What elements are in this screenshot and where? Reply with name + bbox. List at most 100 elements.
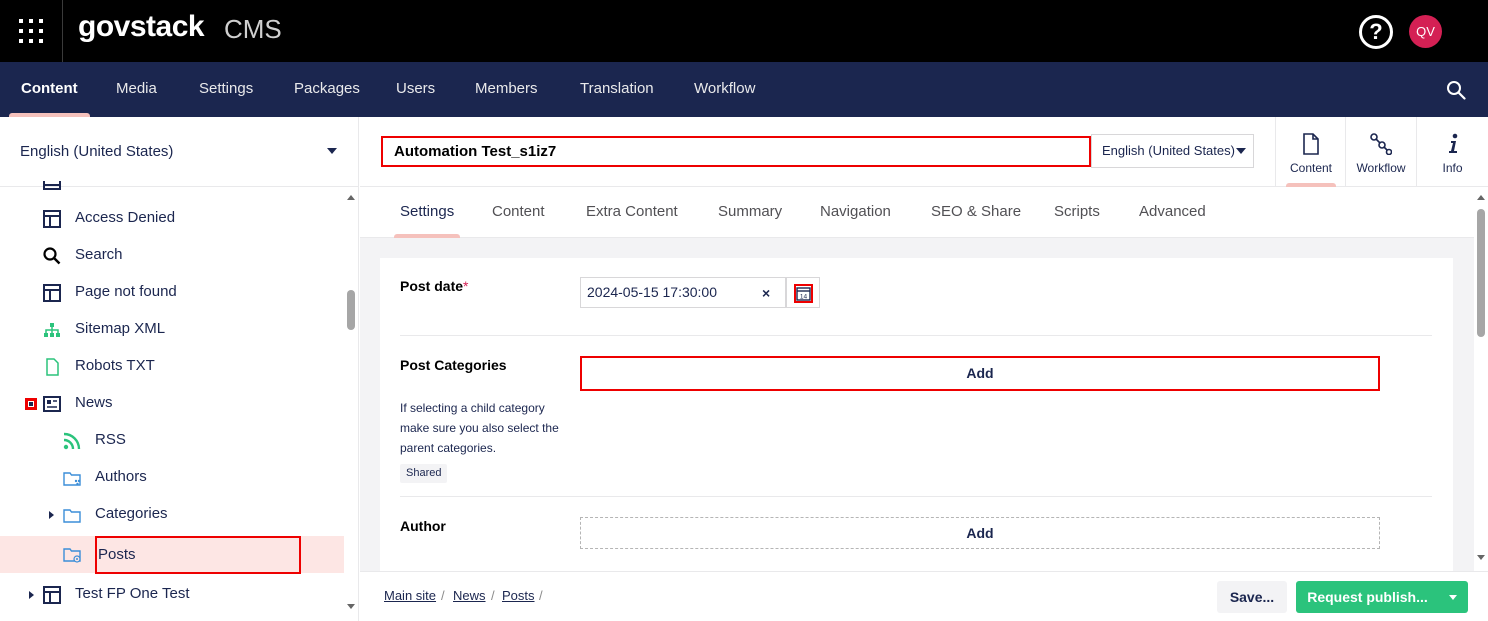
layout-icon — [43, 586, 61, 604]
search-icon[interactable] — [1446, 80, 1466, 100]
breadcrumb-separator: / — [441, 588, 445, 603]
brand-logo[interactable]: govstack — [78, 10, 205, 44]
tab-seo-share[interactable]: SEO & Share — [931, 187, 1021, 238]
property-tabs: Settings Content Extra Content Summary N… — [360, 187, 1474, 238]
breadcrumb-posts[interactable]: Posts — [502, 588, 535, 603]
info-icon — [1449, 133, 1458, 153]
top-header: govstack CMS ? QV — [0, 0, 1488, 62]
property-divider — [400, 496, 1432, 497]
tree-item-robots-txt[interactable]: Robots TXT — [0, 348, 344, 385]
posts-highlight-box — [95, 536, 301, 574]
culture-selector[interactable]: English (United States) — [0, 117, 359, 187]
tree-item-label: RSS — [95, 431, 126, 448]
tree-item-page-not-found[interactable]: Page not found — [0, 274, 344, 311]
tab-content[interactable]: Content — [492, 187, 545, 238]
required-mark: * — [463, 278, 469, 294]
tree-item-label: Access Denied — [75, 209, 176, 226]
author-label: Author — [400, 518, 446, 534]
breadcrumb-news[interactable]: News — [453, 588, 486, 603]
tab-scripts[interactable]: Scripts — [1054, 187, 1100, 238]
expand-caret-icon[interactable] — [49, 511, 54, 519]
date-picker-button[interactable]: 14 — [786, 277, 820, 308]
scrollbar-thumb[interactable] — [347, 290, 355, 330]
tree-item-test-fp-one-test[interactable]: Test FP One Test — [0, 576, 344, 613]
user-avatar[interactable]: QV — [1409, 15, 1442, 48]
app-label: Workflow — [1356, 161, 1406, 175]
layout-icon — [43, 181, 61, 190]
caret-down-icon — [1449, 595, 1457, 600]
app-label: Info — [1442, 161, 1463, 175]
brand-product: CMS — [224, 14, 282, 44]
tree-item-label: Test FP One Test — [75, 585, 190, 602]
tree-item-label: Page not found — [75, 283, 177, 300]
tab-summary[interactable]: Summary — [718, 187, 782, 238]
tree-item-label: Sitemap XML — [75, 320, 166, 337]
section-workflow[interactable]: Workflow — [694, 62, 755, 117]
tree-item-label: News — [75, 394, 113, 411]
property-divider — [400, 335, 1432, 336]
app-info-button[interactable]: Info — [1416, 117, 1488, 187]
post-date-label: Post date* — [400, 278, 469, 294]
section-media[interactable]: Media — [116, 62, 157, 117]
tree-item-rss[interactable]: RSS — [0, 422, 344, 459]
help-button[interactable]: ? — [1359, 15, 1393, 49]
section-translation[interactable]: Translation — [580, 62, 654, 117]
scroll-up-icon[interactable] — [347, 195, 355, 200]
layout-icon — [43, 284, 61, 302]
publish-options-button[interactable] — [1439, 581, 1468, 613]
tree-item-categories[interactable]: Categories — [0, 496, 344, 533]
tree-item-label: Search — [75, 246, 123, 263]
tree-item-search[interactable]: Search — [0, 237, 344, 274]
tree-item-label: Authors — [95, 468, 147, 485]
scrollbar-thumb[interactable] — [1477, 209, 1485, 337]
add-category-button[interactable]: Add — [580, 356, 1380, 391]
clear-date-icon[interactable]: × — [762, 285, 770, 301]
breadcrumb-separator: / — [491, 588, 495, 603]
content-name-input[interactable]: Automation Test_s1iz7 — [381, 136, 1091, 167]
workflow-icon — [1370, 133, 1392, 155]
document-icon — [1303, 133, 1319, 155]
tree-item-news[interactable]: News — [0, 385, 344, 422]
collapse-toggle-icon[interactable] — [25, 398, 37, 410]
newspaper-icon — [43, 396, 61, 412]
search-icon — [43, 247, 61, 265]
breadcrumb-main-site[interactable]: Main site — [384, 588, 436, 603]
section-settings[interactable]: Settings — [199, 62, 253, 117]
tree-item-access-denied[interactable]: Access Denied — [0, 200, 344, 237]
breadcrumb-separator: / — [539, 588, 543, 603]
add-author-button[interactable]: Add — [580, 517, 1380, 549]
section-users[interactable]: Users — [396, 62, 435, 117]
tab-extra-content[interactable]: Extra Content — [586, 187, 678, 238]
post-categories-label: Post Categories — [400, 357, 507, 373]
variant-selector[interactable]: English (United States) — [1091, 134, 1254, 168]
section-content[interactable]: Content — [9, 62, 90, 117]
scroll-down-icon[interactable] — [1477, 555, 1485, 560]
post-date-input[interactable]: 2024-05-15 17:30:00 — [580, 277, 786, 308]
tab-advanced[interactable]: Advanced — [1139, 187, 1206, 238]
app-content-button[interactable]: Content — [1275, 117, 1346, 187]
scroll-down-icon[interactable] — [347, 604, 355, 609]
section-packages[interactable]: Packages — [294, 62, 360, 117]
scroll-up-icon[interactable] — [1477, 195, 1485, 200]
save-button[interactable]: Save... — [1217, 581, 1287, 613]
culture-label: English (United States) — [20, 143, 174, 160]
tree-item-authors[interactable]: Authors — [0, 459, 344, 496]
header-divider — [62, 0, 63, 62]
tab-navigation[interactable]: Navigation — [820, 187, 891, 238]
tree-item-label: Categories — [95, 505, 168, 522]
document-icon — [46, 358, 59, 376]
shared-badge: Shared — [400, 464, 448, 483]
section-members[interactable]: Members — [475, 62, 538, 117]
tab-settings[interactable]: Settings — [393, 187, 461, 238]
tree-item-sitemap-xml[interactable]: Sitemap XML — [0, 311, 344, 348]
folder-settings-icon — [63, 548, 81, 563]
caret-down-icon — [327, 148, 337, 154]
tree-scrollbar[interactable] — [344, 187, 359, 621]
editor-scrollbar[interactable] — [1474, 187, 1488, 571]
request-publish-button[interactable]: Request publish... — [1296, 581, 1439, 613]
apps-menu-button[interactable] — [18, 18, 44, 44]
sitemap-icon — [44, 323, 60, 337]
expand-caret-icon[interactable] — [29, 591, 34, 599]
layout-icon — [43, 210, 61, 228]
app-workflow-button[interactable]: Workflow — [1345, 117, 1416, 187]
